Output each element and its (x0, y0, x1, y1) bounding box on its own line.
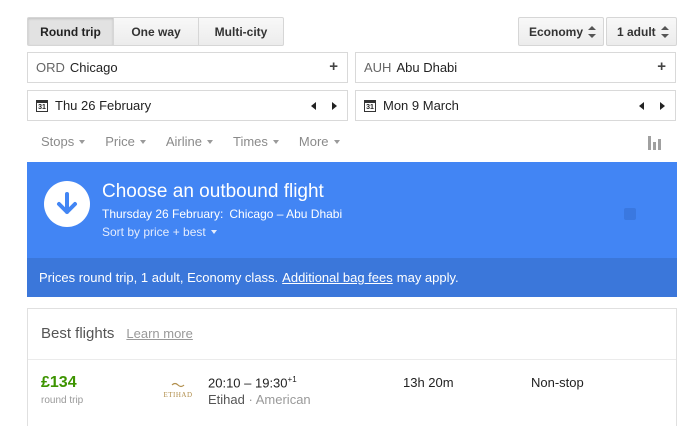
filter-label: Times (233, 134, 268, 149)
flight-duration: 13h 20m (403, 375, 454, 390)
caret-down-icon (79, 139, 86, 144)
return-date-field[interactable]: 31 Mon 9 March (355, 90, 676, 121)
return-date-nav (639, 102, 665, 110)
return-date-value: Mon 9 March (383, 98, 459, 113)
origin-code: ORD (36, 60, 65, 75)
select-arrows-icon (588, 26, 596, 38)
banner-date: Thursday 26 February: (102, 207, 224, 221)
next-day-icon[interactable] (332, 102, 337, 110)
flight-row[interactable]: £134 round trip ETIHAD 20:10 – 19:30+1 E… (28, 360, 676, 420)
previous-day-icon[interactable] (311, 102, 316, 110)
filter-label: Price (105, 134, 135, 149)
banner-subtitle: Thursday 26 February: Chicago – Abu Dhabi (102, 207, 342, 221)
arrow-down-icon (57, 192, 77, 214)
results-panel: Best flights Learn more £134 round trip … (27, 308, 677, 426)
filter-label: More (298, 134, 329, 149)
departure-date-value: Thu 26 February (55, 98, 152, 113)
origin-field[interactable]: ORD Chicago + (27, 52, 348, 83)
day-offset: +1 (287, 375, 297, 384)
filter-label: Stops (41, 134, 75, 149)
filter-price[interactable]: Price (105, 134, 146, 149)
notice-suffix: may apply. (396, 270, 459, 285)
results-header: Best flights Learn more (41, 325, 193, 342)
caret-down-icon (333, 139, 340, 144)
caret-down-icon (272, 139, 279, 144)
flight-time-range: 20:10 – 19:30 (208, 375, 288, 391)
notice-text: Prices round trip, 1 adult, Economy clas… (39, 270, 279, 285)
flight-price: £134 (41, 374, 77, 391)
flight-airline: Etihad · American (208, 392, 311, 407)
add-destination-plus-icon[interactable]: + (657, 58, 666, 75)
sort-label: Sort by price + best (102, 225, 206, 239)
destination-field[interactable]: AUH Abu Dhabi + (355, 52, 676, 83)
sort-dropdown[interactable]: Sort by price + best (102, 225, 217, 239)
outbound-arrow-circle (44, 181, 90, 227)
operator-separator: · (248, 392, 253, 407)
filter-more[interactable]: More (299, 134, 340, 149)
next-day-icon[interactable] (660, 102, 665, 110)
price-graph-icon[interactable] (648, 134, 662, 150)
flight-times: 20:10 – 19:30+1 (208, 375, 297, 390)
departure-date-field[interactable]: 31 Thu 26 February (27, 90, 348, 121)
caret-down-icon (210, 230, 217, 234)
destination-city: Abu Dhabi (396, 60, 458, 75)
trip-type-selector: Round trip One way Multi-city (27, 17, 284, 46)
filter-bar: Stops Price Airline Times More (41, 134, 360, 149)
departure-date-nav (311, 102, 337, 110)
cabin-class-value: Economy (529, 24, 584, 39)
filter-airline[interactable]: Airline (166, 134, 213, 149)
filter-label: Airline (165, 134, 202, 149)
banner-route: Chicago – Abu Dhabi (229, 207, 343, 221)
filter-stops[interactable]: Stops (41, 134, 86, 149)
select-arrows-icon (661, 26, 669, 38)
flight-stops: Non-stop (531, 375, 584, 390)
calendar-icon: 31 (36, 99, 48, 112)
svg-text:ETIHAD: ETIHAD (163, 391, 192, 399)
outbound-banner: Choose an outbound flight Thursday 26 Fe… (27, 162, 677, 297)
etihad-logo-icon: ETIHAD (163, 382, 192, 399)
multi-city-button[interactable]: Multi-city (199, 17, 284, 46)
passenger-value: 1 adult (617, 24, 656, 39)
learn-more-link[interactable]: Learn more (126, 326, 192, 341)
operator-name: American (255, 392, 311, 407)
faded-square-icon (624, 208, 636, 220)
caret-down-icon (139, 139, 146, 144)
filter-times[interactable]: Times (233, 134, 279, 149)
bag-fees-link[interactable]: Additional bag fees (282, 270, 393, 285)
flight-price-type: round trip (41, 395, 84, 406)
calendar-icon: 31 (364, 99, 376, 112)
one-way-button[interactable]: One way (114, 17, 199, 46)
banner-title: Choose an outbound flight (102, 181, 324, 202)
results-heading: Best flights (41, 325, 115, 342)
previous-day-icon[interactable] (639, 102, 644, 110)
caret-down-icon (207, 139, 213, 144)
add-origin-plus-icon[interactable]: + (329, 58, 338, 75)
cabin-class-select[interactable]: Economy (518, 17, 604, 46)
origin-city: Chicago (69, 60, 118, 75)
passenger-select[interactable]: 1 adult (606, 17, 677, 46)
round-trip-button[interactable]: Round trip (27, 17, 114, 46)
price-notice: Prices round trip, 1 adult, Economy clas… (27, 258, 677, 297)
destination-code: AUH (364, 60, 392, 75)
airline-name: Etihad (208, 392, 245, 407)
